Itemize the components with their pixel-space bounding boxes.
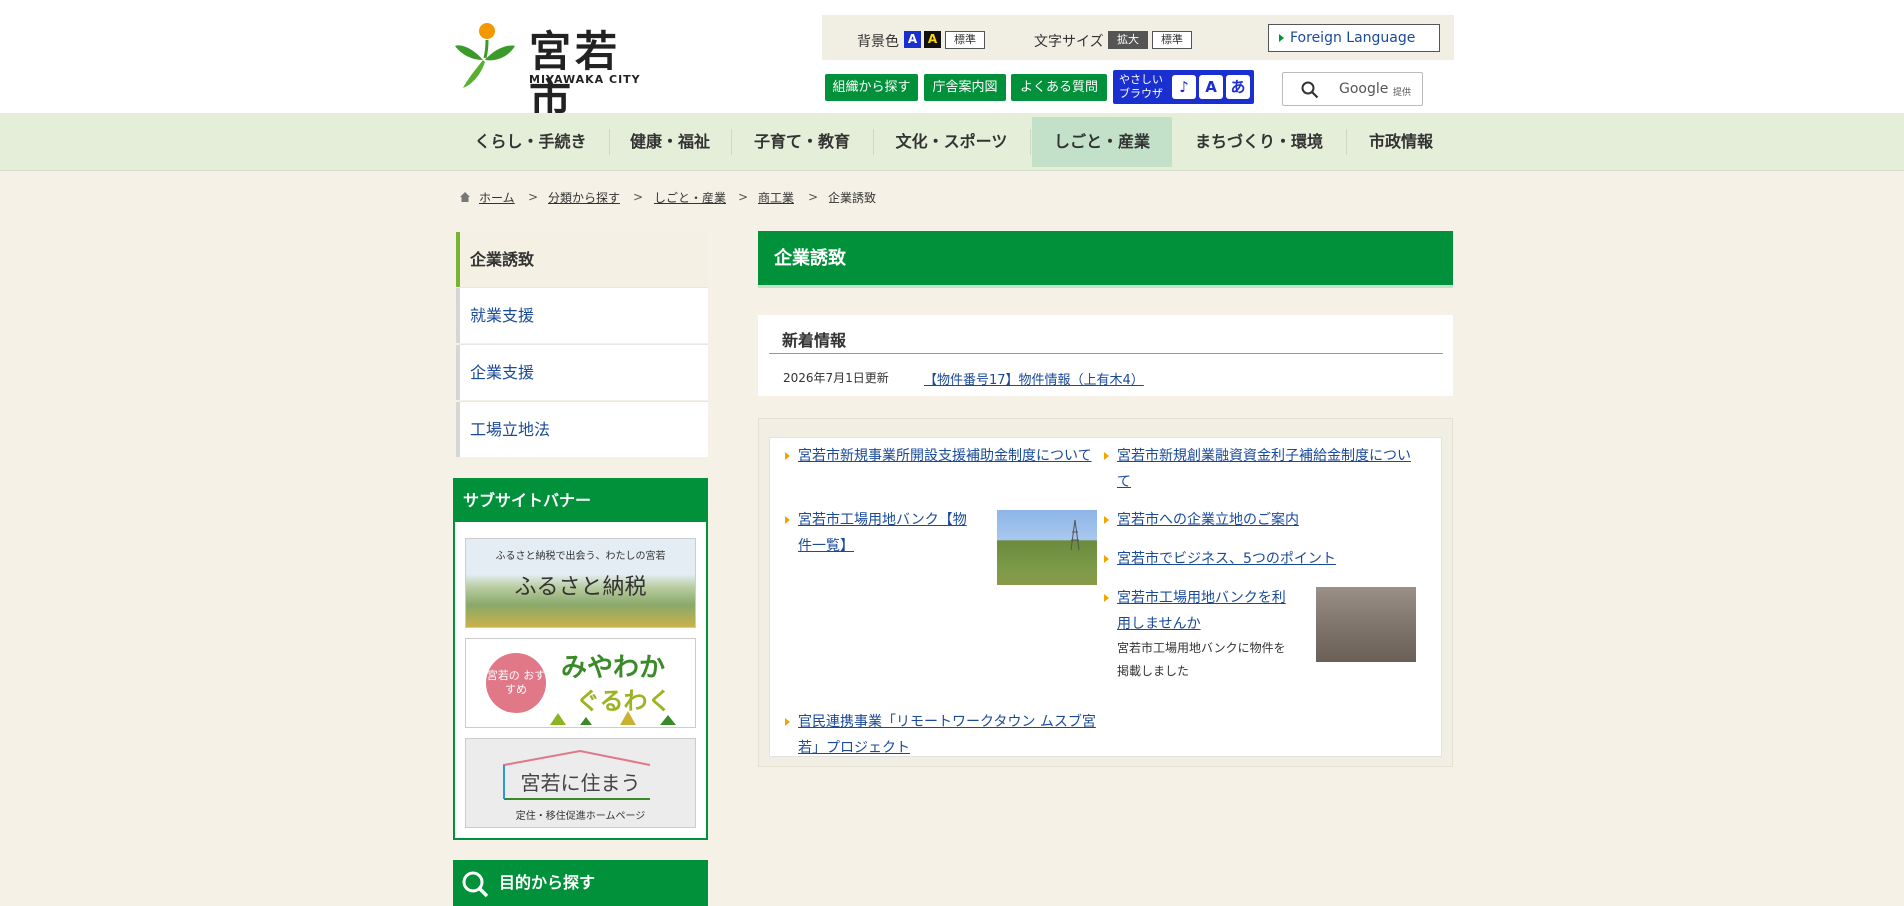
speaker-icon[interactable]: ♪ — [1172, 75, 1196, 99]
sidebar-item-label[interactable]: 企業支援 — [470, 363, 534, 382]
logo-mark-icon — [455, 23, 515, 88]
page-title: 企業誘致 — [758, 231, 1453, 288]
bg-black-button[interactable]: A — [924, 31, 941, 48]
breadcrumb-separator: > — [808, 190, 819, 204]
link-five-points[interactable]: 宮若市でビジネス、5つのポイント — [1104, 546, 1417, 572]
link-list-panel: 宮若市新規事業所開設支援補助金制度について 宮若市新規創業融資資金利子補給金制度… — [769, 437, 1442, 757]
news-section: 新着情報 2026年7月1日更新 【物件番号17】物件情報（上有木4） — [758, 315, 1453, 396]
home-icon — [460, 192, 470, 202]
banner-heading: みやわか — [561, 653, 666, 683]
sidebar-item-current: 企業誘致 — [456, 232, 708, 287]
font-enlarge-button[interactable]: 拡大 — [1108, 31, 1148, 49]
site-header: 宮若市 MIYAWAKA CITY 背景色 A A 標準 文字サイズ 拡大 標準… — [0, 0, 1904, 124]
breadcrumb-current: 企業誘致 — [828, 191, 877, 205]
hiragana-icon[interactable]: あ — [1226, 75, 1250, 99]
sidebar-item-label[interactable]: 工場立地法 — [470, 420, 550, 439]
news-date: 2026年7月1日更新 — [783, 371, 889, 385]
nav-work[interactable]: しごと・産業 — [1032, 117, 1172, 167]
land-lot-thumbnail[interactable] — [1316, 587, 1416, 662]
nav-education[interactable]: 子育て・教育 — [732, 117, 872, 167]
sidebar-item-factory-law[interactable]: 工場立地法 — [456, 402, 708, 457]
bg-blue-button[interactable]: A — [904, 31, 921, 48]
link-office-subsidy[interactable]: 宮若市新規事業所開設支援補助金制度について — [785, 443, 1098, 469]
logo-subtitle: MIYAWAKA CITY — [529, 73, 641, 86]
purpose-search-heading: 目的から探す — [453, 860, 708, 906]
nav-life[interactable]: くらし・手続き — [453, 117, 608, 167]
subsite-banner-title: サブサイトバナー — [455, 480, 706, 522]
search-icon — [1301, 81, 1319, 99]
global-nav: くらし・手続き 健康・福祉 子育て・教育 文化・スポーツ しごと・産業 まちづく… — [0, 113, 1904, 171]
subsite-banner-box: サブサイトバナー ふるさと納税で出会う、わたしの宮若 ふるさと納税 宮若の おす… — [453, 478, 708, 840]
breadcrumb-separator: > — [528, 190, 539, 204]
magnifier-icon — [462, 871, 489, 898]
pylon-icon — [1070, 519, 1080, 551]
sidebar-item-label[interactable]: 就業支援 — [470, 306, 534, 325]
bg-color-label: 背景色 — [857, 34, 899, 50]
nav-cityhall[interactable]: 市政情報 — [1347, 117, 1455, 167]
breadcrumb-category[interactable]: 分類から探す — [548, 190, 620, 206]
breadcrumb-work[interactable]: しごと・産業 — [654, 190, 726, 206]
easy-browser-label: やさしい ブラウザ — [1119, 73, 1163, 100]
banner-caption: ふるさと納税で出会う、わたしの宮若 — [495, 551, 666, 562]
ruby-icon[interactable]: A — [1199, 75, 1223, 99]
font-size-label: 文字サイズ — [1034, 34, 1104, 50]
easy-browser-button[interactable]: やさしい ブラウザ ♪ A あ — [1113, 70, 1254, 104]
link-list-section: 宮若市新規事業所開設支援補助金制度について 宮若市新規創業融資資金利子補給金制度… — [758, 418, 1453, 767]
link-description: 宮若市工場用地バンクに物件を掲載しました — [1117, 641, 1286, 678]
link-land-bank-list[interactable]: 宮若市工場用地バンク【物件一覧】 — [785, 507, 978, 559]
link-use-land-bank[interactable]: 宮若市工場用地バンクを利用しませんか — [1104, 585, 1297, 637]
purpose-search-title: 目的から探す — [499, 873, 596, 892]
site-search-button[interactable]: Google 提供 — [1282, 72, 1423, 106]
faq-button[interactable]: よくある質問 — [1011, 74, 1107, 101]
miyawaka-living-banner[interactable]: 宮若に住まう 定住・移住促進ホームページ — [465, 738, 696, 828]
link-loan-interest[interactable]: 宮若市新規創業融資資金利子補給金制度について — [1104, 443, 1417, 495]
org-search-button[interactable]: 組織から探す — [825, 74, 918, 101]
news-item-link[interactable]: 【物件番号17】物件情報（上有木4） — [924, 369, 1144, 388]
sidebar-item-employment[interactable]: 就業支援 — [456, 288, 708, 343]
link-remote-work-town[interactable]: 官民連携事業「リモートワークタウン ムスブ宮若」プロジェクト — [785, 709, 1098, 761]
nav-town[interactable]: まちづくり・環境 — [1173, 117, 1345, 167]
breadcrumb-separator: > — [633, 190, 644, 204]
sidebar-item-business-support[interactable]: 企業支援 — [456, 345, 708, 400]
bg-standard-button[interactable]: 標準 — [945, 31, 985, 49]
search-provider-sub: 提供 — [1393, 88, 1412, 98]
nav-culture[interactable]: 文化・スポーツ — [874, 117, 1029, 167]
land-bank-thumbnail[interactable] — [997, 510, 1097, 585]
furusato-nozei-banner[interactable]: ふるさと納税で出会う、わたしの宮若 ふるさと納税 — [465, 538, 696, 628]
foreign-language-button[interactable]: Foreign Language — [1268, 24, 1440, 52]
banner-decoration — [550, 711, 676, 725]
breadcrumb-separator: > — [738, 190, 749, 204]
nav-health[interactable]: 健康・福祉 — [610, 117, 730, 167]
news-heading: 新着情報 — [782, 331, 847, 350]
banner-caption: 定住・移住促進ホームページ — [515, 811, 646, 822]
breadcrumb-home[interactable]: ホーム — [479, 190, 515, 206]
news-divider — [769, 353, 1443, 354]
site-logo[interactable]: 宮若市 MIYAWAKA CITY — [453, 22, 653, 124]
floor-map-button[interactable]: 庁舎案内図 — [924, 74, 1006, 101]
banner-heading: 宮若に住まう — [520, 771, 641, 795]
banner-heading: ふるさと納税 — [514, 575, 647, 600]
link-business-location[interactable]: 宮若市への企業立地のご案内 — [1104, 507, 1417, 533]
banner-badge: 宮若の おすすめ — [486, 653, 546, 713]
breadcrumb-commerce[interactable]: 商工業 — [758, 190, 794, 206]
nav-separator — [1030, 129, 1031, 155]
search-provider: Google — [1339, 81, 1389, 97]
miyawaka-guruwaku-banner[interactable]: 宮若の おすすめ みやわか ぐるわく — [465, 638, 696, 728]
font-standard-button[interactable]: 標準 — [1152, 31, 1192, 49]
